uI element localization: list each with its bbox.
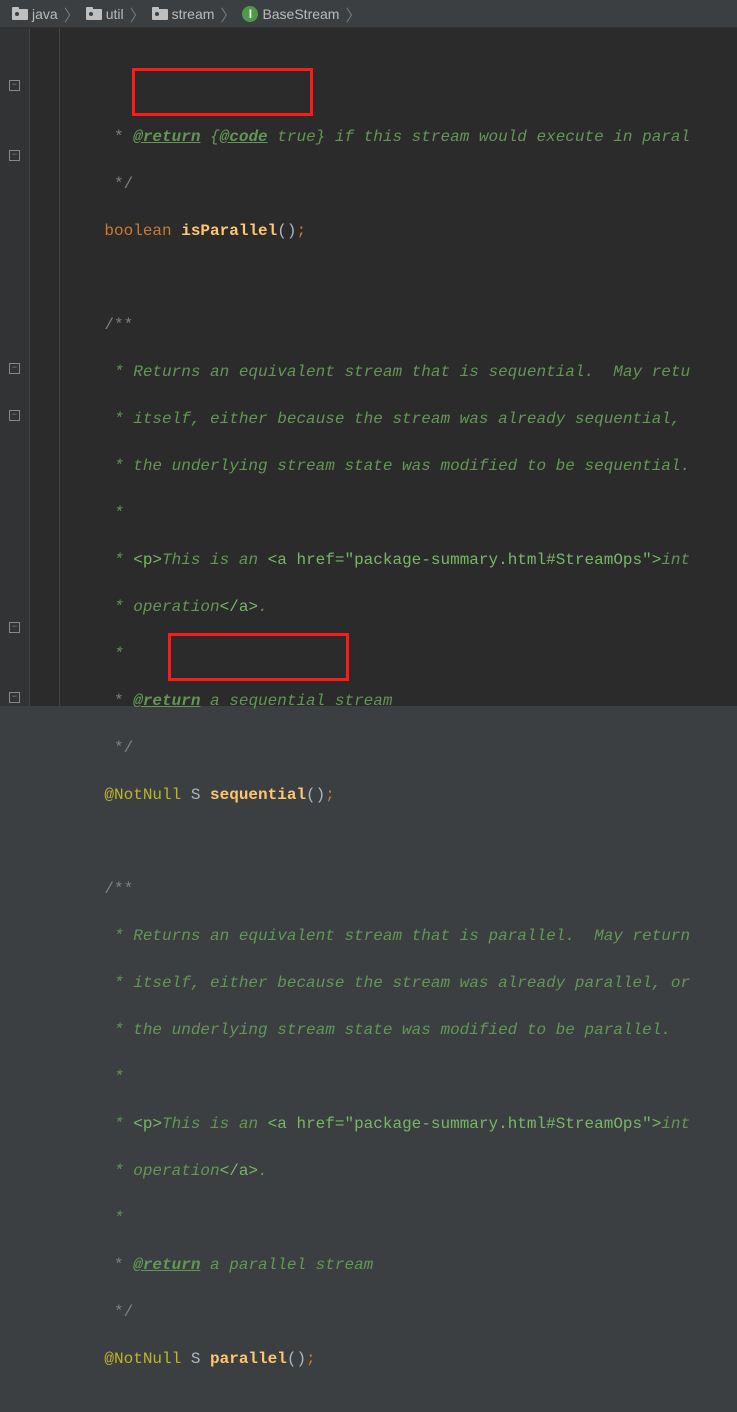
parens: () [277,222,296,240]
breadcrumb-item-basestream[interactable]: I BaseStream [240,6,341,22]
breadcrumb-label: BaseStream [262,6,339,22]
code-text [66,267,690,291]
folder-icon [152,7,168,20]
code-text: */ [66,175,133,193]
editor-area: − − − − − − 💡 * @return {@code true} if … [0,28,737,706]
code-text [66,831,690,855]
code-text: * the underlying stream state was modifi… [66,1021,671,1039]
annotation: @NotNull [66,1350,181,1368]
fold-marker[interactable]: − [9,80,20,91]
code-text: * [66,504,124,522]
breadcrumb-label: java [32,6,58,22]
code-text: . [258,598,268,616]
code-text: * [66,1115,133,1133]
fold-marker[interactable]: − [9,363,20,374]
keyword: boolean [66,222,172,240]
html-tag: </a> [220,598,258,616]
code-text: true} if this stream would execute in pa… [268,128,690,146]
breadcrumb-item-java[interactable]: java [10,6,60,22]
chevron-right-icon: 〉 [345,2,361,26]
method-name: parallel [200,1350,286,1368]
code-text: This is an [162,1115,268,1133]
fold-marker[interactable]: − [9,692,20,703]
code-text: This is an [162,551,268,569]
parens: () [287,1350,306,1368]
code-text: * [66,1209,124,1227]
html-tag: <a href="package-summary.html#StreamOps"… [268,1115,662,1133]
javadoc-tag: @return [133,1256,200,1274]
annotation-box [132,68,313,116]
parens: () [306,786,325,804]
code-text: * [66,128,133,146]
gutter-line-area [30,28,60,706]
type: S [181,1350,200,1368]
breadcrumb-item-util[interactable]: util [84,6,126,22]
method-name: isParallel [172,222,278,240]
code-text: * Returns an equivalent stream that is p… [66,927,690,945]
code-text: * itself, either because the stream was … [66,410,690,428]
semicolon: ; [325,786,335,804]
chevron-right-icon: 〉 [220,2,236,26]
code-text: /** [66,880,133,898]
code-text: a parallel stream [200,1256,373,1274]
fold-marker[interactable]: − [9,150,20,161]
breadcrumb-label: util [106,6,124,22]
code-text: */ [66,1303,133,1321]
javadoc-tag: @code [220,128,268,146]
fold-marker[interactable]: − [9,622,20,633]
code-text [66,1395,690,1412]
code-text: * operation [66,1162,220,1180]
code-text: * [66,551,133,569]
code-text: * itself, either because the stream was … [66,974,690,992]
method-name: sequential [200,786,306,804]
code-text: /** [66,316,133,334]
code-text: * [66,1068,124,1086]
code-text: * the underlying stream state was modifi… [66,457,690,475]
javadoc-tag: @return [133,692,200,710]
annotation: @NotNull [66,786,181,804]
chevron-right-icon: 〉 [130,2,146,26]
fold-marker[interactable]: − [9,410,20,421]
folder-icon [12,7,28,20]
code-text: a sequential stream [200,692,392,710]
chevron-right-icon: 〉 [64,2,80,26]
code-text: { [200,128,219,146]
html-tag: </a> [220,1162,258,1180]
breadcrumb-item-stream[interactable]: stream [150,6,217,22]
code-text: * [66,645,124,663]
semicolon: ; [306,1350,316,1368]
code-text: * operation [66,598,220,616]
type: S [181,786,200,804]
code-text: int [661,1115,690,1133]
semicolon: ; [296,222,306,240]
interface-icon: I [242,6,258,22]
code-text: */ [66,739,133,757]
code-text: int [661,551,690,569]
code-editor[interactable]: * @return {@code true} if this stream wo… [60,28,690,706]
javadoc-tag: @return [133,128,200,146]
code-text: . [258,1162,268,1180]
code-text: * Returns an equivalent stream that is s… [66,363,690,381]
html-tag: <p> [133,551,162,569]
gutter: − − − − − − 💡 [0,28,30,706]
html-tag: <p> [133,1115,162,1133]
code-text: * [66,1256,133,1274]
code-text: * [66,692,133,710]
breadcrumb-label: stream [172,6,215,22]
breadcrumb: java 〉 util 〉 stream 〉 I BaseStream 〉 [0,0,737,28]
folder-icon [86,7,102,20]
html-tag: <a href="package-summary.html#StreamOps"… [268,551,662,569]
